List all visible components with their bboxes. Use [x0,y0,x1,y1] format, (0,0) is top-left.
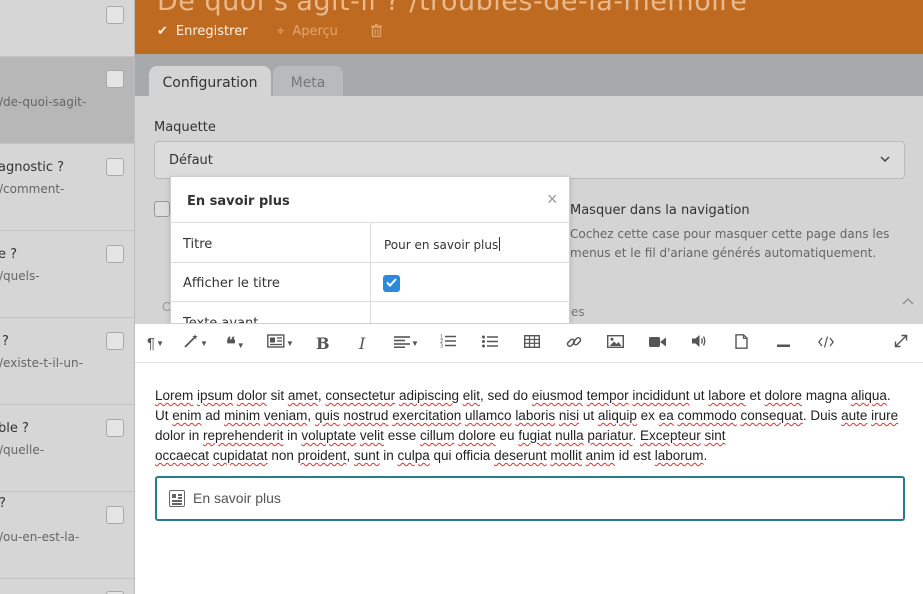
layout-select-value: Défaut [169,153,213,168]
sidebar-page-item[interactable]: /de-quoi-sagit- [0,57,134,144]
page-slug: /existe-t-il-un- [0,356,83,370]
preview-button-label: Aperçu [292,24,338,39]
titre-input[interactable]: Pour en savoir plus [384,237,500,252]
sidebar-page-item[interactable]: ? /existe-t-il-un- [0,318,134,405]
sidebar-page-item[interactable] [0,0,134,57]
page-title: ? [0,496,6,511]
unordered-list-icon[interactable] [482,334,498,354]
align-icon[interactable]: ▼ [394,334,419,354]
link-icon[interactable] [566,334,582,354]
dialog-title: En savoir plus [187,194,290,209]
row-divider [370,302,371,323]
page-title: agnostic ? [0,160,65,175]
row-divider [370,263,371,301]
page-list-sidebar: /de-quoi-sagit- agnostic ? /comment- e ?… [0,0,135,594]
obscured-text: es [571,305,585,319]
row-divider [370,223,371,262]
option-checkbox[interactable] [154,201,170,217]
sidebar-page-item[interactable] [0,579,134,594]
preview-button[interactable]: ⌖ Aperçu [277,24,338,39]
sidebar-page-item[interactable]: agnostic ? /comment- [0,144,134,231]
tab-meta[interactable]: Meta [273,66,343,96]
check-icon: ✔ [157,24,168,39]
layout-select[interactable]: Défaut [154,141,905,179]
hide-in-navigation-help: Cochez cette case pour masquer cette pag… [570,227,890,260]
check-icon [386,278,397,287]
page-checkbox[interactable] [106,158,124,176]
snippet-block[interactable]: En savoir plus [155,476,905,521]
page-checkbox[interactable] [106,506,124,524]
page-slug: /ou-en-est-la- [0,530,80,544]
delete-button[interactable] [371,24,382,40]
horizontal-rule-icon[interactable] [777,334,790,354]
page-checkbox[interactable] [106,419,124,437]
chevron-up-icon[interactable] [902,296,914,306]
page-title: e ? [0,247,18,262]
titre-label: Titre [183,237,213,252]
save-button-label: Enregistrer [175,24,248,39]
crosshair-icon: ⌖ [277,24,285,39]
dialog-row-titre: Titre Pour en savoir plus [171,223,569,263]
editor-toolbar: ¶▼ ▼ ❝▼ ▼ B I ▼ 123 [135,324,923,363]
page-slug: /de-quoi-sagit- [0,95,87,109]
page-title: ble ? [0,421,29,436]
show-title-label: Afficher le titre [183,276,280,291]
layout-label: Maquette [154,120,216,135]
sidebar-page-item[interactable]: ? /ou-en-est-la- [0,492,134,579]
file-icon[interactable] [735,334,748,354]
page-checkbox[interactable] [106,70,124,88]
page-header: De quoi s'agit-il ? /troubles-de-la-memo… [135,0,923,54]
page-slug: /quels- [0,269,40,283]
video-icon[interactable] [649,334,666,354]
show-title-checkbox[interactable] [383,275,400,292]
trash-icon [371,24,382,38]
snippet-settings-dialog: En savoir plus × Titre Pour en savoir pl… [170,176,570,324]
table-icon[interactable] [523,334,541,354]
chevron-down-icon [880,156,890,163]
save-button[interactable]: ✔ Enregistrer [157,24,248,39]
tab-bar: Configuration Meta [135,54,923,96]
hide-in-navigation-label: Masquer dans la navigation [570,203,750,218]
page-checkbox[interactable] [106,245,124,263]
page-slug: /comment- [0,182,65,196]
page-title: ? [2,334,9,349]
code-icon[interactable] [817,334,835,354]
image-icon[interactable] [606,334,625,354]
bold-icon[interactable]: B [316,334,330,354]
audio-icon[interactable] [692,334,707,354]
page-heading: De quoi s'agit-il ? /troubles-de-la-memo… [157,0,748,17]
svg-text:3: 3 [440,344,443,349]
texte-avant-label: Texte avant [183,316,259,324]
news-icon [169,490,185,507]
fullscreen-icon[interactable] [894,334,908,354]
snippet-label: En savoir plus [193,490,281,506]
page-checkbox[interactable] [106,332,124,350]
insert-block-icon[interactable]: ▼ [267,334,294,354]
paragraph-icon[interactable]: ¶▼ [147,334,164,354]
italic-icon[interactable]: I [359,334,365,354]
magic-wand-icon[interactable]: ▼ [183,334,208,354]
ordered-list-icon[interactable]: 123 [440,334,456,354]
close-icon[interactable]: × [547,189,558,210]
tab-configuration[interactable]: Configuration [149,66,271,96]
dialog-row-show-title: Afficher le titre [171,263,569,302]
page-slug: /quelle- [0,443,45,457]
sidebar-page-item[interactable]: e ? /quels- [0,231,134,318]
sidebar-page-item[interactable]: ble ? /quelle- [0,405,134,492]
quote-icon[interactable]: ❝▼ [226,334,245,354]
dialog-row-texte-avant: Texte avant [171,302,569,324]
page-checkbox[interactable] [106,6,124,24]
dialog-header: En savoir plus × [171,177,569,223]
editor-paragraph[interactable]: Lorem ipsum dolor sit amet, consectetur … [155,386,900,466]
